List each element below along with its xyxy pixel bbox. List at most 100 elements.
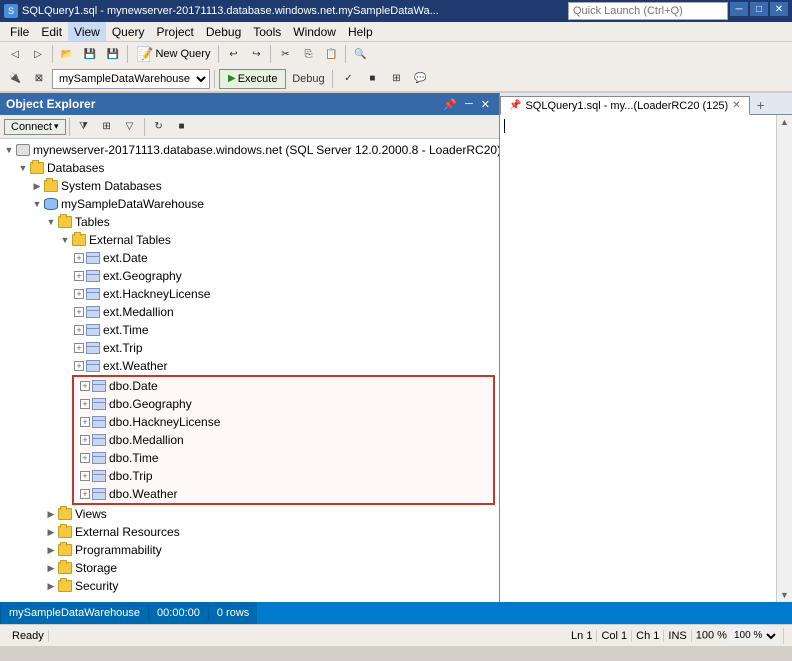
tree-dbo-geography-node[interactable]: dbo.Geography — [74, 395, 493, 413]
tree-storage-node[interactable]: Storage — [0, 559, 499, 577]
storage-expander[interactable] — [44, 561, 58, 575]
zoom-selector[interactable]: 100 % — [730, 628, 779, 644]
ext-hackney-expander[interactable] — [74, 289, 84, 299]
menu-debug[interactable]: Debug — [200, 22, 247, 41]
find-button[interactable]: 🔍 — [349, 44, 371, 64]
oe-filter-button[interactable]: ⧩ — [73, 117, 95, 137]
menu-view[interactable]: View — [68, 22, 106, 41]
dbo-time-expander[interactable] — [80, 453, 90, 463]
tree-dbo-time-node[interactable]: dbo.Time — [74, 449, 493, 467]
tree-ext-geography-node[interactable]: ext.Geography — [0, 267, 499, 285]
stop-button[interactable]: ■ — [361, 69, 383, 89]
debug-toolbar-button[interactable]: Debug — [288, 69, 328, 89]
tree-ext-date-node[interactable]: ext.Date — [0, 249, 499, 267]
open-file-button[interactable]: 📂 — [56, 44, 78, 64]
databases-expander[interactable] — [16, 161, 30, 175]
ext-weather-expander[interactable] — [74, 361, 84, 371]
editor-scrollbar[interactable]: ▲ ▼ — [776, 115, 792, 602]
programmability-expander[interactable] — [44, 543, 58, 557]
query-editor[interactable] — [500, 115, 776, 602]
tree-views-node[interactable]: Views — [0, 505, 499, 523]
connect-button[interactable]: 🔌 — [4, 69, 26, 89]
ext-date-expander[interactable] — [74, 253, 84, 263]
tree-dbo-hackney-node[interactable]: dbo.HackneyLicense — [74, 413, 493, 431]
messages-button[interactable]: 💬 — [409, 69, 431, 89]
dbo-hackney-expander[interactable] — [80, 417, 90, 427]
cut-button[interactable]: ✂ — [274, 44, 296, 64]
oe-stop-button[interactable]: ■ — [171, 117, 193, 137]
ext-trip-expander[interactable] — [74, 343, 84, 353]
tree-dbo-medallion-node[interactable]: dbo.Medallion — [74, 431, 493, 449]
tree-tables-node[interactable]: Tables — [0, 213, 499, 231]
tree-databases-node[interactable]: Databases — [0, 159, 499, 177]
menu-file[interactable]: File — [4, 22, 35, 41]
dbo-date-expander[interactable] — [80, 381, 90, 391]
dbo-medallion-expander[interactable] — [80, 435, 90, 445]
oe-connect-button[interactable]: Connect ▾ — [4, 119, 66, 135]
tree-ext-resources-node[interactable]: External Resources — [0, 523, 499, 541]
menu-query[interactable]: Query — [106, 22, 151, 41]
ext-tables-expander[interactable] — [58, 233, 72, 247]
tree-ext-trip-node[interactable]: ext.Trip — [0, 339, 499, 357]
tree-system-dbs-node[interactable]: System Databases — [0, 177, 499, 195]
oe-close-button[interactable]: ✕ — [478, 97, 493, 112]
oe-filter3-button[interactable]: ▽ — [119, 117, 141, 137]
views-expander[interactable] — [44, 507, 58, 521]
menu-edit[interactable]: Edit — [35, 22, 68, 41]
mydb-expander[interactable] — [30, 197, 44, 211]
tree-programmability-node[interactable]: Programmability — [0, 541, 499, 559]
tree-server-node[interactable]: mynewserver-20171113.database.windows.ne… — [0, 141, 499, 159]
tree-security-node[interactable]: Security — [0, 577, 499, 595]
tree-ext-tables-node[interactable]: External Tables — [0, 231, 499, 249]
tree-dbo-trip-node[interactable]: dbo.Trip — [74, 467, 493, 485]
back-button[interactable]: ◁ — [4, 44, 26, 64]
tree-ext-weather-node[interactable]: ext.Weather — [0, 357, 499, 375]
oe-pin-button[interactable]: 📌 — [440, 97, 460, 112]
ext-resources-expander[interactable] — [44, 525, 58, 539]
tables-expander[interactable] — [44, 215, 58, 229]
quick-launch-input[interactable] — [568, 2, 728, 20]
add-tab-button[interactable]: + — [752, 96, 770, 114]
database-selector[interactable]: mySampleDataWarehouse — [52, 69, 210, 89]
oe-tree[interactable]: mynewserver-20171113.database.windows.ne… — [0, 139, 499, 602]
oe-refresh-button[interactable]: ↻ — [148, 117, 170, 137]
server-expander[interactable] — [2, 143, 16, 157]
oe-minimize-button[interactable]: ─ — [462, 97, 476, 112]
ext-medallion-expander[interactable] — [74, 307, 84, 317]
copy-button[interactable]: ⎘ — [297, 44, 319, 64]
forward-button[interactable]: ▷ — [27, 44, 49, 64]
tree-mydb-node[interactable]: mySampleDataWarehouse — [0, 195, 499, 213]
query-tab-1[interactable]: 📌 SQLQuery1.sql - my...(LoaderRC20 (125)… — [500, 96, 750, 115]
execute-button[interactable]: ▶ Execute — [219, 69, 286, 89]
tree-ext-time-node[interactable]: ext.Time — [0, 321, 499, 339]
paste-button[interactable]: 📋 — [320, 44, 342, 64]
save-all-button[interactable]: 💾 — [102, 44, 124, 64]
tab-close-icon[interactable]: ✕ — [732, 100, 740, 111]
scroll-up-icon[interactable]: ▲ — [778, 115, 791, 129]
menu-help[interactable]: Help — [342, 22, 379, 41]
check-button[interactable]: ✓ — [337, 69, 359, 89]
menu-project[interactable]: Project — [151, 22, 200, 41]
tree-ext-hackney-node[interactable]: ext.HackneyLicense — [0, 285, 499, 303]
oe-filter2-button[interactable]: ⊞ — [96, 117, 118, 137]
dbo-weather-expander[interactable] — [80, 489, 90, 499]
save-button[interactable]: 💾 — [79, 44, 101, 64]
menu-window[interactable]: Window — [287, 22, 342, 41]
tree-dbo-weather-node[interactable]: dbo.Weather — [74, 485, 493, 503]
maximize-button[interactable]: □ — [750, 2, 768, 16]
dbo-trip-expander[interactable] — [80, 471, 90, 481]
ext-geography-expander[interactable] — [74, 271, 84, 281]
close-button[interactable]: ✕ — [770, 2, 788, 16]
disconnect-button[interactable]: ⊠ — [28, 69, 50, 89]
tree-ext-medallion-node[interactable]: ext.Medallion — [0, 303, 499, 321]
results-button[interactable]: ⊞ — [385, 69, 407, 89]
system-dbs-expander[interactable] — [30, 179, 44, 193]
scroll-down-icon[interactable]: ▼ — [778, 588, 791, 602]
minimize-button[interactable]: ─ — [730, 2, 748, 16]
ext-time-expander[interactable] — [74, 325, 84, 335]
menu-tools[interactable]: Tools — [247, 22, 287, 41]
new-query-button[interactable]: 📝 New Query — [131, 44, 215, 65]
tree-dbo-date-node[interactable]: dbo.Date — [74, 377, 493, 395]
undo-button[interactable]: ↩ — [222, 44, 244, 64]
dbo-geography-expander[interactable] — [80, 399, 90, 409]
